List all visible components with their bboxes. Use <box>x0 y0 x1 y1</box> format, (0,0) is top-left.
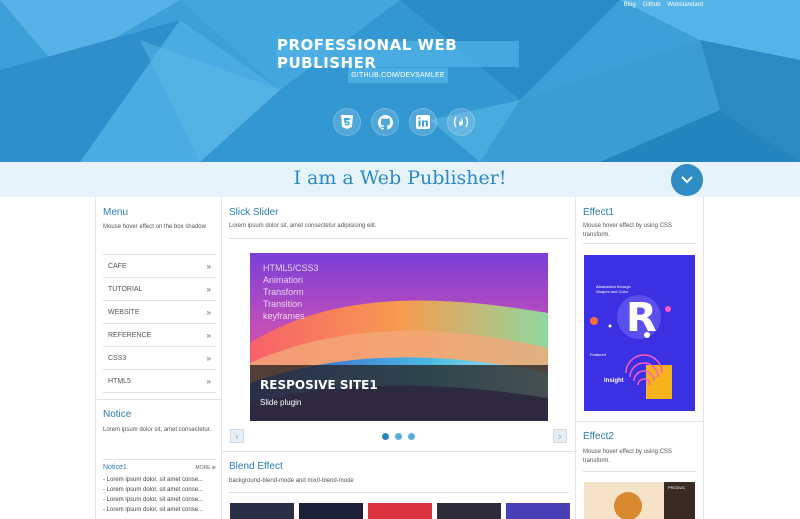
site-subtitle-link[interactable]: GITHUB.COM/DEVSAMLEE <box>348 68 448 83</box>
middle-column: Slick Slider Lorem ipsum dolor sit, amet… <box>222 197 576 519</box>
slider-prev-button[interactable]: ‹ <box>230 429 244 443</box>
notice-item[interactable]: - Lorem ipsum dolor, sit amet conse... <box>103 485 216 495</box>
slider-dot[interactable] <box>395 433 402 440</box>
site-header: Blog Github Webstandard PROFESSIONAL WEB… <box>0 0 800 162</box>
menu-item-html5[interactable]: HTML5 » <box>103 370 216 393</box>
double-chevron-right-icon: » <box>206 330 211 340</box>
social-links <box>333 108 475 136</box>
menu-item-label: TUTORIAL <box>108 285 143 293</box>
menu-title: Menu <box>103 207 129 218</box>
freecodecamp-link[interactable] <box>447 108 475 136</box>
effect1-description: Mouse hover effect by using CSS transfor… <box>583 223 672 238</box>
divider <box>96 399 222 400</box>
effect1-featured: Featured <box>590 352 607 357</box>
slide-line: HTML5/CSS3 <box>263 263 319 273</box>
blend-thumbnails <box>230 503 570 519</box>
menu-item-label: CAFE <box>108 262 127 270</box>
slide-image[interactable]: HTML5/CSS3 Animation Transform Transitio… <box>250 253 548 421</box>
slide-caption: RESPOSIVE SITE1 Slide plugin <box>250 365 548 421</box>
divider <box>229 492 569 493</box>
right-column: Effect1 Mouse hover effect by using CSS … <box>576 197 704 519</box>
menu-item-website[interactable]: WEBSITE » <box>103 301 216 324</box>
menu-item-label: CSS3 <box>108 354 127 362</box>
blend-thumbnail[interactable] <box>437 503 501 519</box>
notice-title: Notice <box>103 409 132 420</box>
divider <box>222 451 575 452</box>
effect2-shape <box>614 492 642 519</box>
chevron-left-icon: ‹ <box>235 431 239 441</box>
notice-item[interactable]: - Lorem ipsum dolor, sit amet conse... <box>103 495 216 505</box>
effect1-image[interactable]: Abstraction through Shapes and Color R F… <box>584 255 695 411</box>
double-chevron-right-icon: » <box>206 376 211 386</box>
effect1-letter: R <box>626 295 657 341</box>
effect1-headline: Abstraction through Shapes and Color <box>596 284 631 294</box>
double-chevron-right-icon: » <box>206 307 211 317</box>
blend-thumbnail[interactable] <box>299 503 363 519</box>
html5-icon <box>338 113 356 131</box>
effect1-insight: Insight <box>604 378 624 384</box>
double-chevron-right-icon: » <box>206 284 211 294</box>
freecodecamp-icon <box>452 113 470 131</box>
top-link-blog[interactable]: Blog <box>624 2 636 8</box>
blend-thumbnail[interactable] <box>230 503 294 519</box>
github-link[interactable] <box>371 108 399 136</box>
menu-item-tutorial[interactable]: TUTORIAL » <box>103 278 216 301</box>
effect2-text: PRODUC <box>668 485 686 490</box>
menu-item-label: HTML5 <box>108 377 131 385</box>
effect2-title: Effect2 <box>583 431 614 442</box>
top-links: Blog Github Webstandard <box>624 2 703 8</box>
slide-line: Animation <box>263 275 304 285</box>
menu-item-reference[interactable]: REFERENCE » <box>103 324 216 347</box>
double-chevron-right-icon: » <box>206 353 211 363</box>
slide-caption-title: RESPOSIVE SITE1 <box>260 378 378 392</box>
slider-dot[interactable] <box>408 433 415 440</box>
notice-subtitle: Notice1 <box>103 464 127 471</box>
linkedin-icon <box>414 113 432 131</box>
notice-header: Notice1 MORE ⊕ <box>103 464 216 471</box>
top-link-webstandard[interactable]: Webstandard <box>667 2 703 8</box>
slider-dot[interactable] <box>382 433 389 440</box>
blend-effect-title: Blend Effect <box>229 461 283 472</box>
menu-item-label: REFERENCE <box>108 331 152 339</box>
slide-line: Transform <box>263 287 304 297</box>
double-chevron-right-icon: » <box>206 261 211 271</box>
html5-link[interactable] <box>333 108 361 136</box>
blend-effect-description: background-blend-mode and mix0-blend-mod… <box>229 478 354 484</box>
notice-item[interactable]: - Lorem ipsum dolor, sit amet conse... <box>103 505 216 515</box>
top-link-github[interactable]: Github <box>643 2 661 8</box>
slide-caption-subtitle: Slide plugin <box>260 398 302 407</box>
menu-description: Mouse hover effect on the box shadow <box>103 224 206 230</box>
linkedin-link[interactable] <box>409 108 437 136</box>
menu-item-css3[interactable]: CSS3 » <box>103 347 216 370</box>
menu-item-label: WEBSITE <box>108 308 140 316</box>
slide-line: keyframes <box>263 311 305 321</box>
slick-slider-description: Lorem ipsum dolor sit, amet consectetur … <box>229 223 377 229</box>
blend-thumbnail[interactable] <box>368 503 432 519</box>
slide-line: Transition <box>263 299 303 309</box>
slider-next-button[interactable]: › <box>553 429 567 443</box>
left-column: Menu Mouse hover effect on the box shado… <box>95 197 222 519</box>
notice-box: Notice1 MORE ⊕ - Lorem ipsum dolor, sit … <box>103 459 216 515</box>
blend-thumbnail[interactable] <box>506 503 570 519</box>
notice-description: Lorem ipsum dolor sit, amet consectetur. <box>103 427 212 433</box>
effect2-description: Mouse hover effect by using CSS transfor… <box>583 449 672 464</box>
menu-item-cafe[interactable]: CAFE » <box>103 255 216 278</box>
divider <box>576 421 703 422</box>
scroll-down-button[interactable] <box>671 164 703 196</box>
chevron-right-icon: › <box>558 431 562 441</box>
menu-list: CAFE » TUTORIAL » WEBSITE » REFERENCE » CSS3… <box>103 254 216 393</box>
slide-text-lines: HTML5/CSS3 Animation Transform Transitio… <box>263 262 319 322</box>
slick-slider-title: Slick Slider <box>229 207 279 218</box>
site-title: PROFESSIONAL WEB PUBLISHER <box>277 36 519 72</box>
divider <box>229 238 569 239</box>
effect2-image[interactable]: PRODUC <box>584 482 695 519</box>
effect1-title: Effect1 <box>583 207 614 218</box>
slider-dots <box>382 433 415 440</box>
divider <box>583 471 696 472</box>
notice-item[interactable]: - Lorem ipsum dolor, sit amet conse... <box>103 475 216 485</box>
more-link[interactable]: MORE ⊕ <box>195 465 216 471</box>
github-icon <box>376 113 394 131</box>
divider <box>583 243 696 244</box>
chevron-down-icon <box>681 171 693 189</box>
